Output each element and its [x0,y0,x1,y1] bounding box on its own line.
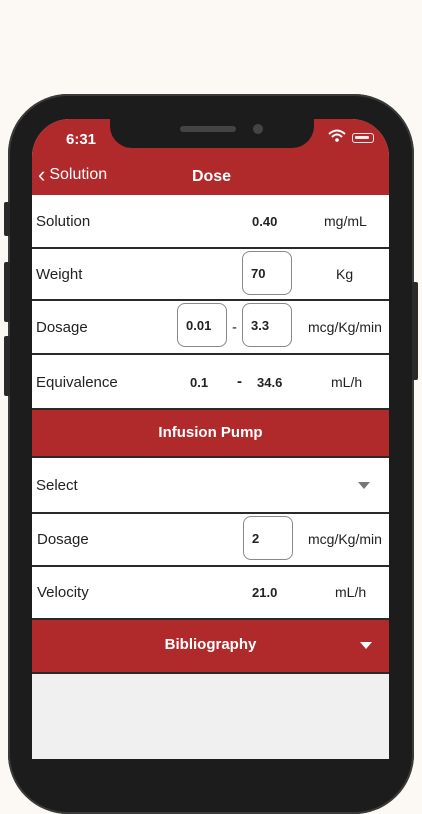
dosage-unit: mcg/Kg/min [308,319,382,335]
equivalence-label: Equivalence [36,374,118,391]
infusion-pump-header: Infusion Pump [32,408,389,456]
bibliography-label: Bibliography [164,636,257,653]
solution-unit: mg/mL [324,213,367,229]
dosage-min-value: 0.01 [186,317,212,333]
dosage-max-value: 3.3 [251,317,270,333]
solution-row: Solution 0.40 mg/mL [32,195,389,247]
infusion-dosage-value: 2 [252,530,260,546]
weight-value: 70 [251,265,266,281]
infusion-dosage-input[interactable]: 2 [243,516,293,560]
select-dropdown[interactable]: Select [32,456,389,512]
phone-side-button [4,202,10,236]
infusion-dosage-unit: mcg/Kg/min [308,531,382,547]
solution-value: 0.40 [252,214,278,229]
solution-label: Solution [36,213,91,230]
phone-camera [253,124,263,134]
phone-side-button [4,262,10,322]
weight-label: Weight [36,266,83,283]
velocity-unit: mL/h [335,584,367,600]
dropdown-arrow-icon [358,482,370,489]
bibliography-arrow-icon [360,642,372,649]
equivalence-row: Equivalence 0.1 - 34.6 mL/h [32,353,389,408]
select-label: Select [36,477,78,494]
velocity-row: Velocity 21.0 mL/h [32,565,389,618]
status-time: 6:31 [66,131,97,148]
wifi-icon [328,129,346,146]
page-title-text: Dose [191,168,232,185]
dosage-min-input[interactable]: 0.01 [177,303,227,347]
dosage-label: Dosage [36,319,88,336]
battery-icon [352,133,374,143]
phone-side-button [4,336,10,396]
page-title: Dose [32,168,389,186]
app-screen: 6:31 ‹ Solution Dose Solution 0.40 mg/mL… [32,119,389,759]
infusion-pump-title: Infusion Pump [158,424,263,441]
weight-row: Weight 70 Kg [32,247,389,299]
infusion-dosage-label: Dosage [37,531,89,548]
phone-speaker [180,126,236,132]
weight-input[interactable]: 70 [242,251,292,295]
equivalence-unit: mL/h [331,374,363,390]
dosage-separator: - [232,319,237,336]
velocity-value: 21.0 [252,585,278,600]
phone-notch [110,119,314,148]
velocity-label: Velocity [37,584,89,601]
dosage-row: Dosage 0.01 - 3.3 mcg/Kg/min [32,299,389,353]
phone-side-button [412,282,418,380]
infusion-dosage-row: Dosage 2 mcg/Kg/min [32,512,389,565]
weight-unit: Kg [336,266,354,282]
equivalence-min: 0.1 [190,375,209,390]
equivalence-max: 34.6 [257,375,283,390]
bibliography-content-area [32,672,389,759]
equivalence-separator: - [237,373,242,390]
navigation-bar: ‹ Solution Dose [32,159,389,195]
bibliography-toggle[interactable]: Bibliography [32,618,389,672]
dosage-max-input[interactable]: 3.3 [242,303,292,347]
